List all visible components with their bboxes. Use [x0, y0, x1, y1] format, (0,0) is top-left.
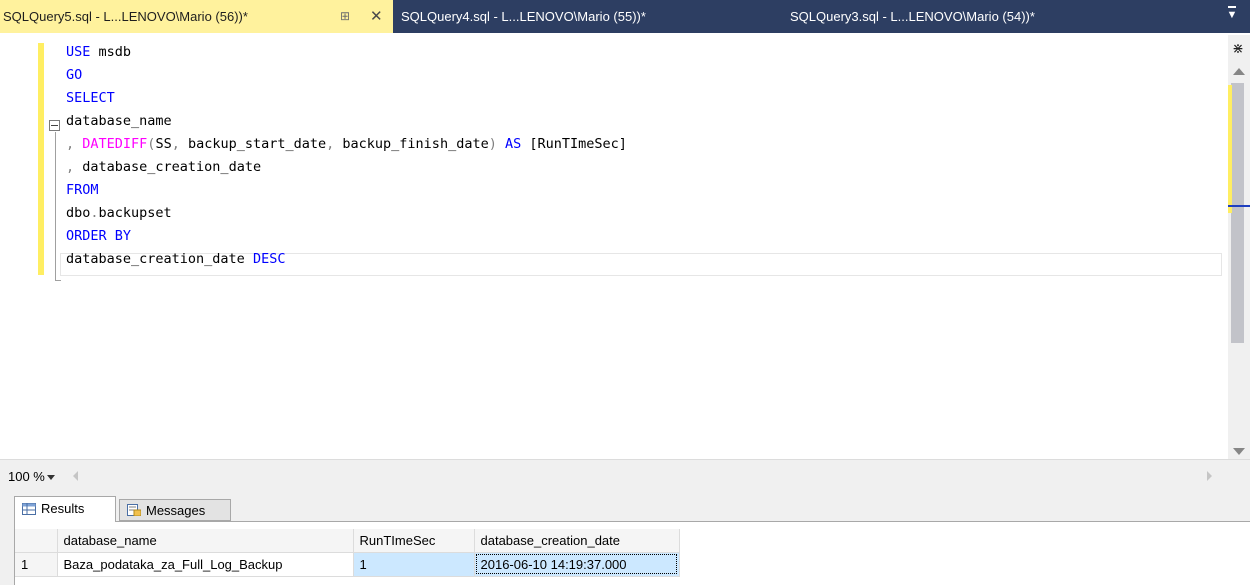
- results-grid: database_name RunTImeSec database_creati…: [14, 521, 1250, 585]
- column-header-database-name[interactable]: database_name: [57, 529, 354, 553]
- code-token: SELECT: [66, 90, 115, 106]
- outline-guide-end: [55, 280, 61, 281]
- code-line: dbo.backupset: [66, 202, 172, 225]
- tab-title: SQLQuery5.sql - L...LENOVO\Mario (56))*: [3, 9, 248, 24]
- column-header-runtimesec[interactable]: RunTImeSec: [353, 529, 475, 553]
- code-token: ): [488, 136, 505, 152]
- table-cell[interactable]: 2016-06-10 14:19:37.000: [474, 552, 680, 577]
- results-pane: Results Messages database_name RunTImeSe…: [0, 490, 1250, 585]
- scrollbar-caret-marker: [1228, 205, 1250, 207]
- table-row: 1 Baza_podataka_za_Full_Log_Backup 1 201…: [15, 552, 680, 577]
- code-token: .: [90, 205, 99, 221]
- code-token: DATEDIFF: [82, 136, 148, 152]
- code-token: ORDER BY: [66, 228, 132, 244]
- zoom-value: 100 %: [8, 469, 45, 484]
- code-line: USE msdb: [66, 41, 131, 64]
- code-line: database_creation_date DESC: [66, 248, 285, 271]
- chevron-down-icon: [47, 475, 55, 480]
- code-token: AS: [504, 136, 522, 152]
- code-token: SS: [155, 136, 172, 152]
- tab-results[interactable]: Results: [14, 496, 116, 522]
- scroll-right-icon[interactable]: [1207, 471, 1212, 481]
- scrollbar-change-marker: [1228, 85, 1232, 213]
- table-cell[interactable]: Baza_podataka_za_Full_Log_Backup: [57, 552, 354, 577]
- tab-title: SQLQuery3.sql - L...LENOVO\Mario (54))*: [790, 9, 1035, 24]
- tab-sqlquery3[interactable]: SQLQuery3.sql - L...LENOVO\Mario (54))*: [787, 0, 1132, 33]
- code-line: GO: [66, 64, 82, 87]
- code-token: ,: [326, 136, 343, 152]
- code-token: dbo: [66, 205, 91, 221]
- code-token: backup_start_date: [187, 136, 327, 152]
- scroll-up-icon[interactable]: [1233, 68, 1245, 75]
- code-line: , DATEDIFF(SS, backup_start_date, backup…: [66, 133, 627, 156]
- code-token: DESC: [252, 251, 286, 267]
- tab-label: Messages: [146, 503, 206, 518]
- column-header-rownum: [15, 529, 58, 553]
- tab-sqlquery4[interactable]: SQLQuery4.sql - L...LENOVO\Mario (55))*: [398, 0, 743, 33]
- code-line: ORDER BY: [66, 225, 131, 248]
- code-token: USE: [66, 44, 91, 60]
- tab-sqlquery5[interactable]: SQLQuery5.sql - L...LENOVO\Mario (56))* …: [0, 0, 393, 33]
- zoom-scroll-row: 100 %: [0, 459, 1250, 490]
- code-token: ,: [171, 136, 188, 152]
- grid-header-row: database_name RunTImeSec database_creati…: [15, 529, 680, 553]
- code-token: ,: [66, 136, 83, 152]
- messages-icon: [127, 504, 141, 516]
- table-cell[interactable]: 1: [353, 552, 475, 577]
- pin-icon[interactable]: ⊞: [340, 0, 350, 33]
- code-line: FROM: [66, 179, 99, 202]
- scroll-left-icon[interactable]: [73, 471, 78, 481]
- code-token: backupset: [98, 205, 172, 221]
- column-header-database-creation-date[interactable]: database_creation_date: [474, 529, 680, 553]
- code-token: ,: [66, 159, 83, 175]
- tab-label: Results: [41, 501, 85, 516]
- code-token: database_name: [66, 113, 172, 129]
- code-line: SELECT: [66, 87, 115, 110]
- tab-overflow-icon[interactable]: ▼: [1222, 6, 1242, 26]
- code-line: database_name: [66, 110, 172, 133]
- close-icon[interactable]: ✕: [370, 0, 383, 33]
- collapse-icon[interactable]: [49, 120, 60, 131]
- code-token: FROM: [66, 182, 99, 198]
- code-token: database_creation_date: [66, 251, 253, 267]
- zoom-dropdown[interactable]: 100 %: [5, 467, 70, 487]
- tab-messages[interactable]: Messages: [119, 499, 231, 521]
- split-icon[interactable]: ⋇: [1228, 39, 1248, 57]
- scrollbar-thumb[interactable]: [1231, 83, 1244, 343]
- document-tab-strip: SQLQuery5.sql - L...LENOVO\Mario (56))* …: [0, 0, 1250, 33]
- code-token: database_creation_date: [82, 159, 262, 175]
- change-tracking-margin: [38, 43, 44, 275]
- code-line: , database_creation_date: [66, 156, 261, 179]
- tab-title: SQLQuery4.sql - L...LENOVO\Mario (55))*: [401, 9, 646, 24]
- query-editor[interactable]: USE msdb GO SELECT database_name , DATEDIFF(…: [0, 35, 1250, 459]
- row-number[interactable]: 1: [15, 552, 58, 577]
- grid-icon: [22, 503, 36, 515]
- code-token: msdb: [90, 44, 132, 60]
- code-token: backup_finish_date: [342, 136, 489, 152]
- scroll-down-icon[interactable]: [1233, 448, 1245, 455]
- code-token: GO: [66, 67, 83, 83]
- code-token: [RunTImeSec]: [521, 136, 627, 152]
- outline-guide: [55, 132, 56, 281]
